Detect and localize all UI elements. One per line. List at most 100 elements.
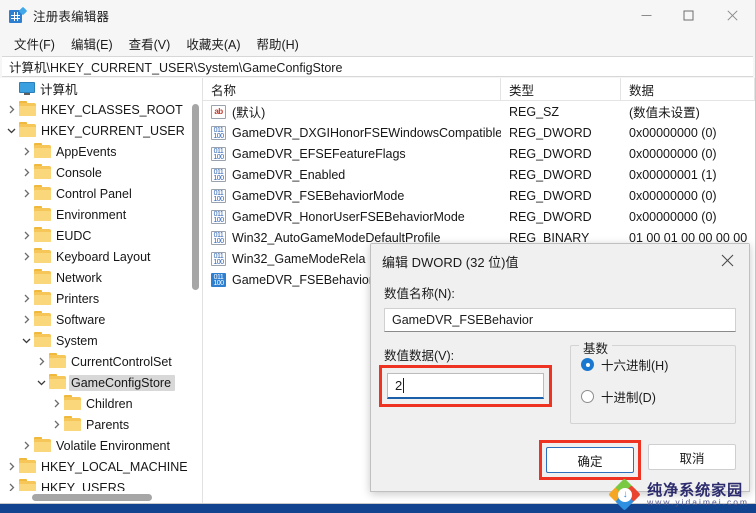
table-row[interactable]: 011 100 GameDVR_HonorUserFSEBehaviorMode RE… [203,206,755,227]
radio-hexadecimal-dot [581,358,594,371]
tree-node-hkey-classes-root[interactable]: HKEY_CLASSES_ROOT [0,99,190,120]
binary-value-icon: 011 100 [211,230,226,245]
menu-view[interactable]: 查看(V) [121,32,179,55]
value-name-text: GameDVR_FSEBehaviorMode [232,188,405,203]
tree-node-gameconfigstore[interactable]: GameConfigStore [0,372,190,393]
chevron-right-icon[interactable] [19,141,34,162]
tree-node-computer[interactable]: 计算机 [0,78,190,99]
chevron-right-icon[interactable] [19,309,34,330]
tree-horizontal-scrollbar[interactable] [0,492,192,503]
chevron-right-icon[interactable] [49,393,64,414]
table-row[interactable]: 011 100 GameDVR_EFSEFeatureFlags REG_DWORD 0… [203,143,755,164]
chevron-right-icon[interactable] [34,351,49,372]
chevron-right-icon[interactable] [4,456,19,477]
title-bar: 注册表编辑器 [0,0,755,31]
tree-node-console[interactable]: Console [0,162,190,183]
cell-data: 0x00000000 (0) [629,125,717,140]
column-header-data[interactable]: 数据 [621,78,755,101]
chevron-right-icon[interactable] [4,477,19,491]
tree-node-children[interactable]: Children [0,393,190,414]
folder-icon [34,143,51,158]
column-header-type[interactable]: 类型 [501,78,621,101]
tree-node-hkey-users[interactable]: HKEY_USERS [0,477,190,491]
tree-node-hkey-local-machine[interactable]: HKEY_LOCAL_MACHINE [0,456,190,477]
folder-icon [34,290,51,305]
chevron-right-icon[interactable] [19,183,34,204]
dialog-buttons: 确定 取消 [539,440,736,480]
tree-node-printers[interactable]: Printers [0,288,190,309]
cell-type: REG_DWORD [509,209,592,224]
tree-node-environment[interactable]: Environment [0,204,190,225]
tree-node-volatile-environment[interactable]: Volatile Environment [0,435,190,456]
base-group-label: 基数 [579,338,613,357]
table-row[interactable]: ab (默认) REG_SZ (数值未设置) [203,101,755,122]
registry-editor-screen: 注册表编辑器 文件(F) 编辑(E) 查看(V) 收藏夹(A) 帮助(H) 计算… [0,0,756,513]
cell-data: (数值未设置) [629,106,700,120]
cell-data: 0x00000001 (1) [629,167,717,182]
value-name-text: Win32_GameModeRela [232,251,366,266]
column-header-name[interactable]: 名称 [203,78,501,101]
chevron-right-icon[interactable] [19,225,34,246]
tree-node-control-panel[interactable]: Control Panel [0,183,190,204]
tree-node-appevents[interactable]: AppEvents [0,141,190,162]
menu-edit[interactable]: 编辑(E) [63,32,121,55]
chevron-right-icon[interactable] [19,162,34,183]
tree-vertical-scrollbar[interactable] [190,78,201,491]
chevron-right-icon[interactable] [19,246,34,267]
folder-icon [49,353,66,368]
registry-tree[interactable]: 计算机 HKEY_CLASSES_ROOT HKEY_CURRENT_USER App… [0,78,190,491]
chevron-down-icon[interactable] [34,372,49,393]
chevron-down-icon[interactable] [19,330,34,351]
address-bar[interactable]: 计算机\HKEY_CURRENT_USER\System\GameConfigS… [2,56,753,77]
tree-node-label: Keyboard Layout [56,249,151,264]
ok-button[interactable]: 确定 [546,447,634,473]
maximize-button[interactable] [667,0,709,31]
value-data-input[interactable]: 2 [387,373,544,399]
watermark: ↓ 纯净系统家园 www.yidaimei.com [608,478,749,511]
chevron-right-icon[interactable] [4,99,19,120]
tree-node-hkey-current-user[interactable]: HKEY_CURRENT_USER [0,120,190,141]
value-name-text: GameDVR_DXGIHonorFSEWindowsCompatible [232,125,501,140]
table-row[interactable]: 011 100 GameDVR_FSEBehaviorMode REG_DWORD 0x… [203,185,755,206]
minimize-button[interactable] [625,0,667,31]
chevron-right-icon[interactable] [19,288,34,309]
tree-node-label: 计算机 [40,83,78,97]
menu-file[interactable]: 文件(F) [6,32,63,55]
download-arrow-icon: ↓ [618,488,633,502]
folder-icon [34,206,51,221]
cancel-button[interactable]: 取消 [648,444,736,470]
close-button[interactable] [709,0,755,31]
chevron-down-icon[interactable] [4,120,19,141]
tree-node-software[interactable]: Software [0,309,190,330]
tree-node-system[interactable]: System [0,330,190,351]
watermark-text: 纯净系统家园 www.yidaimei.com [647,482,749,508]
tree-node-currentcontrolset[interactable]: CurrentControlSet [0,351,190,372]
dword-value-icon: 011 100 [211,146,226,161]
tree-node-keyboard-layout[interactable]: Keyboard Layout [0,246,190,267]
tree-node-parents[interactable]: Parents [0,414,190,435]
cell-name: ab (默认) [203,102,501,121]
address-bar-container: 计算机\HKEY_CURRENT_USER\System\GameConfigS… [0,56,755,78]
dialog-close-button[interactable] [705,244,749,276]
cell-name: 011 100 GameDVR_Enabled [203,167,501,182]
text-caret [403,378,405,393]
cell-type: REG_DWORD [509,146,592,161]
tree-node-label: Console [56,165,102,180]
dword-value-icon: 011 100 [211,209,226,224]
edit-dword-dialog: 编辑 DWORD (32 位)值 数值名称(N): GameDVR_FSEBeh… [370,243,750,492]
table-row[interactable]: 011 100 GameDVR_Enabled REG_DWORD 0x00000001… [203,164,755,185]
value-name-input[interactable]: GameDVR_FSEBehavior [384,308,736,332]
tree-node-eudc[interactable]: EUDC [0,225,190,246]
window-controls [625,0,755,31]
radio-decimal[interactable]: 十进制(D) [581,387,725,406]
menu-favorites[interactable]: 收藏夹(A) [178,32,248,55]
value-data-text: 2 [395,378,403,393]
table-row[interactable]: 011 100 GameDVR_DXGIHonorFSEWindowsCompati… [203,122,755,143]
binary-value-icon: 011 100 [211,251,226,266]
chevron-right-icon[interactable] [19,435,34,456]
tree-node-network[interactable]: Network [0,267,190,288]
chevron-right-icon[interactable] [49,414,64,435]
menu-help[interactable]: 帮助(H) [248,32,306,55]
radio-hexadecimal[interactable]: 十六进制(H) [581,355,725,374]
tree-node-label: Parents [86,417,130,432]
